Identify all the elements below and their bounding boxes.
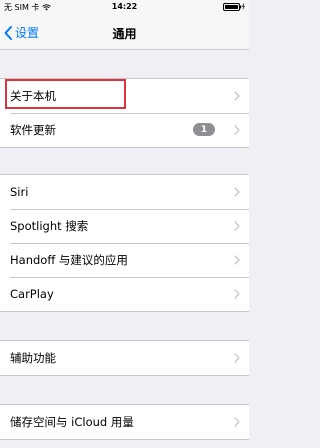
group-storage: 储存空间与 iCloud 用量	[0, 404, 249, 440]
cell-label: Handoff 与建议的应用	[10, 253, 128, 267]
navigation-bar: 设置 通用	[0, 14, 249, 50]
chevron-right-icon	[234, 417, 240, 427]
cell-label: 软件更新	[10, 123, 56, 137]
list-item-storage[interactable]: 储存空间与 iCloud 用量	[0, 405, 249, 439]
page-title: 通用	[112, 27, 137, 41]
status-bar: 无 SIM 卡 14:22	[0, 0, 249, 14]
chevron-right-icon	[234, 187, 240, 197]
chevron-right-icon	[234, 125, 240, 135]
update-badge: 1	[193, 123, 215, 136]
list-item-spotlight[interactable]: Spotlight 搜索	[0, 209, 249, 243]
group-accessibility: 辅助功能	[0, 340, 249, 376]
chevron-right-icon	[234, 221, 240, 231]
list-item-about[interactable]: 关于本机	[0, 79, 249, 113]
highlight-box	[5, 79, 126, 109]
status-time: 14:22	[111, 2, 138, 11]
list-item-handoff[interactable]: Handoff 与建议的应用	[0, 243, 249, 277]
cell-label: CarPlay	[10, 287, 54, 301]
list-item-software-update[interactable]: 软件更新 1	[0, 113, 249, 147]
chevron-right-icon	[234, 255, 240, 265]
group-assistant: Siri Spotlight 搜索 Handoff 与建议的应用 CarPlay	[0, 174, 249, 312]
battery-icon	[223, 3, 245, 11]
list-item-siri[interactable]: Siri	[0, 175, 249, 209]
group-about: 关于本机 软件更新 1	[0, 78, 249, 148]
chevron-right-icon	[234, 91, 240, 101]
cell-label: Spotlight 搜索	[10, 219, 89, 233]
cell-label: 储存空间与 iCloud 用量	[10, 415, 134, 429]
chevron-right-icon	[234, 289, 240, 299]
list-item-accessibility[interactable]: 辅助功能	[0, 341, 249, 375]
list-item-carplay[interactable]: CarPlay	[0, 277, 249, 311]
cell-label: 辅助功能	[10, 351, 56, 365]
cell-label: Siri	[10, 185, 29, 199]
chevron-right-icon	[234, 353, 240, 363]
